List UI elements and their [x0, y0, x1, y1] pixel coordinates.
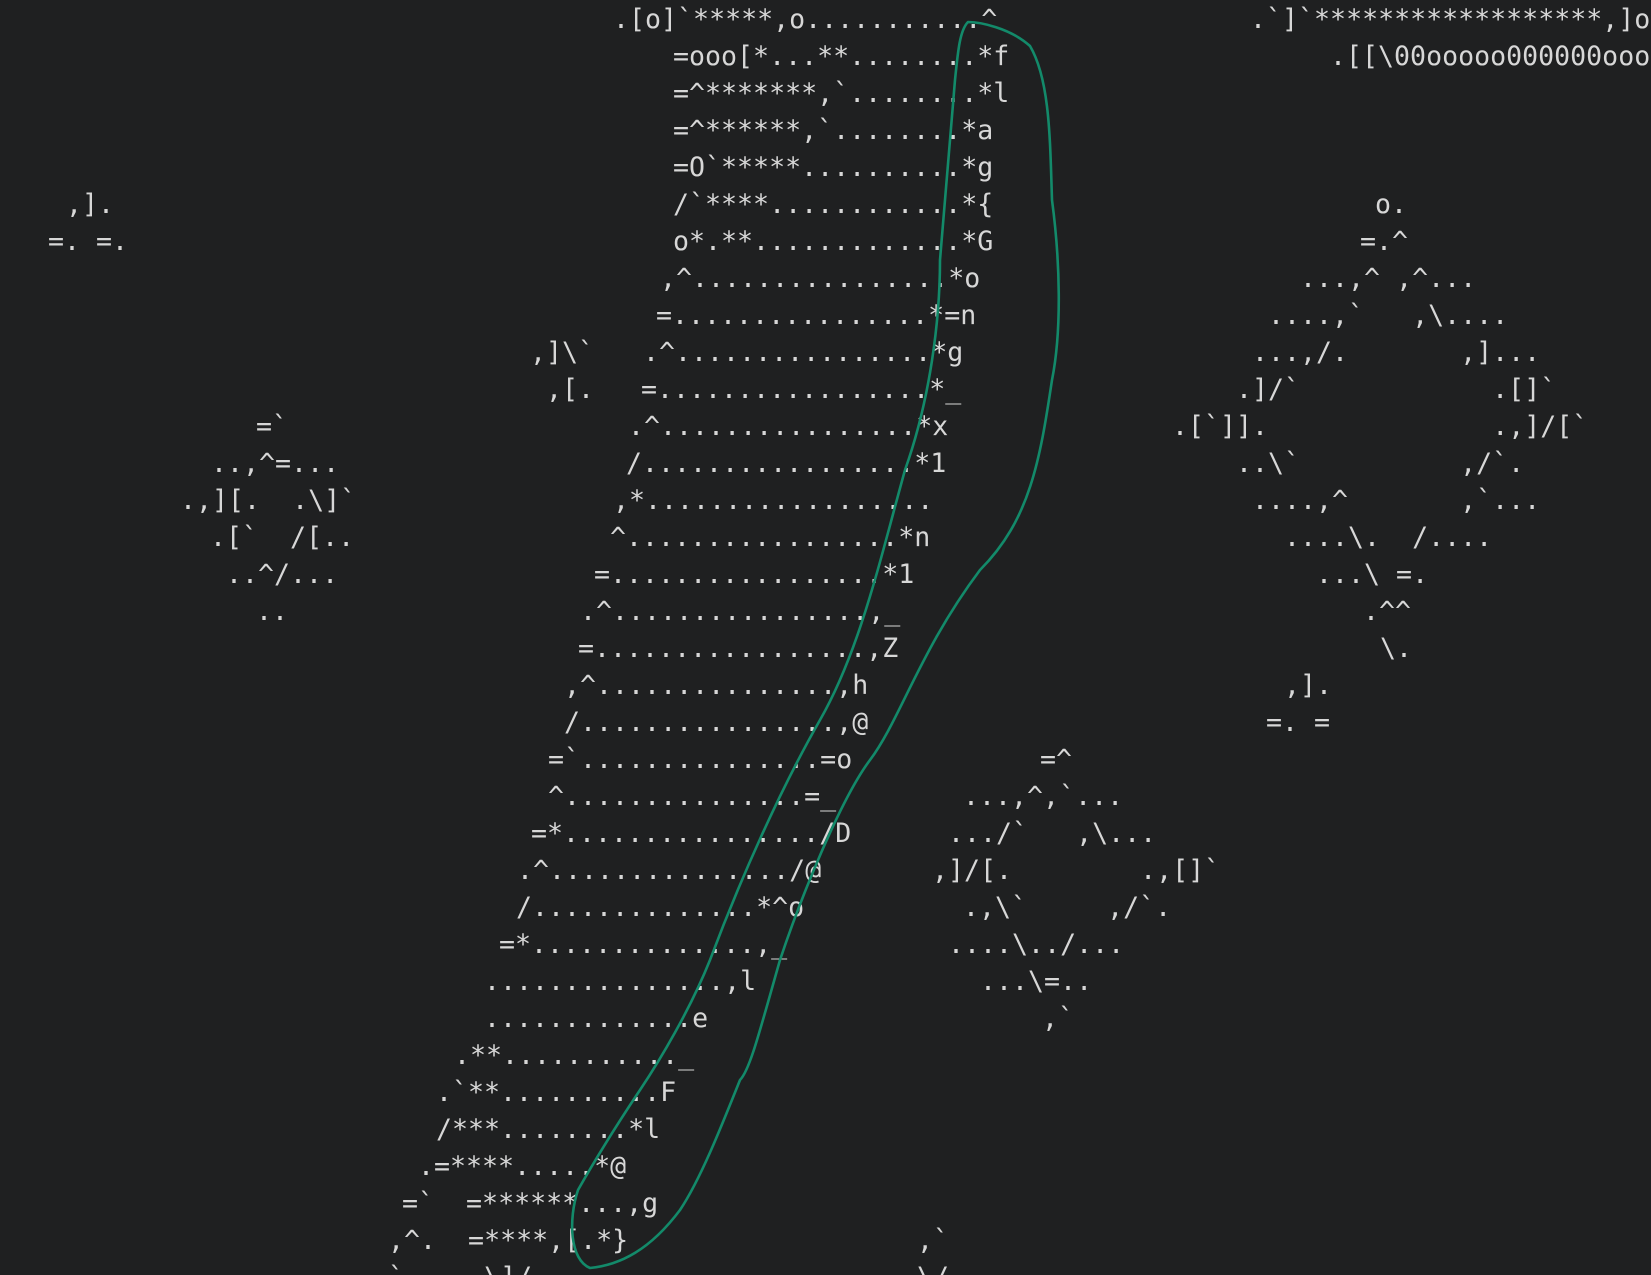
- ascii-line: .`**..........F: [436, 1077, 677, 1108]
- ascii-line: .**..........._: [454, 1040, 695, 1071]
- ascii-line: =. =.: [48, 226, 129, 257]
- ascii-line: =.................*1: [594, 559, 915, 590]
- ascii-line: .../` ,\...: [948, 818, 1157, 849]
- ascii-line: =. =: [1266, 707, 1331, 738]
- ascii-line: =O`*****..........*g: [673, 152, 994, 183]
- ascii-line: .]/` .[]`: [1236, 374, 1557, 405]
- ascii-line: .,][. .\]`: [180, 485, 357, 516]
- ascii-line: \.: [1380, 633, 1413, 664]
- ascii-line: ,^. =****,[.*}: [388, 1225, 629, 1256]
- ascii-line: o*.**.............*G: [673, 226, 994, 257]
- ascii-line: =^*******,`........*l: [673, 78, 1010, 109]
- ascii-line: ...,/. ,]...: [1252, 337, 1541, 368]
- ascii-line: ....\. /....: [1284, 522, 1493, 553]
- ascii-line: ,`: [917, 1225, 950, 1256]
- ascii-line: \/: [917, 1259, 949, 1275]
- ascii-line: .[[\00ooooo000000ooo: [1330, 41, 1651, 72]
- ascii-line: .[`]]. .,]/[`: [1172, 411, 1589, 442]
- ascii-line: ,`: [1042, 1003, 1075, 1034]
- ascii-line: /`****............*{: [673, 189, 994, 220]
- ascii-line: .^................,_: [580, 596, 901, 627]
- ascii-line: ....\../...: [948, 929, 1125, 960]
- ascii-line: /.................*1: [626, 448, 947, 479]
- ascii-line: =ooo[*...**........*f: [673, 41, 1010, 72]
- ascii-line: ...,^,`...: [963, 781, 1124, 812]
- ascii-line: =`: [256, 411, 289, 442]
- ascii-line: ,^...............,h: [564, 670, 869, 701]
- ascii-line: .[` /[..: [210, 522, 355, 553]
- ascii-line: =*..............,_: [499, 929, 788, 960]
- ascii-line: ,]/[. .,[]`: [932, 855, 1221, 886]
- ascii-line: .[o]`*****,o...........^: [613, 4, 998, 35]
- ascii-line: =^: [1040, 744, 1073, 775]
- ascii-line: ...\ =.: [1316, 559, 1429, 590]
- ascii-line: ,]\`: [530, 337, 595, 368]
- ascii-line: =.^: [1360, 226, 1409, 257]
- ascii-line: =*................/D: [531, 818, 852, 849]
- ascii-line: .,\` ,/`.: [963, 892, 1172, 923]
- ascii-line: .=****.....*@: [418, 1151, 627, 1182]
- ascii-line: ..: [256, 596, 289, 627]
- ascii-line: ..\` ,/`.: [1236, 448, 1525, 479]
- ascii-line: .............e: [484, 1003, 709, 1034]
- ascii-line: =.................,Z: [578, 633, 899, 664]
- ascii-line: .^................*g: [643, 337, 964, 368]
- ascii-line: .`]`******************,]o: [1250, 4, 1651, 35]
- ascii-line: /***........*l: [436, 1114, 661, 1145]
- ascii-line: =................*=n: [656, 300, 977, 331]
- ascii-line: ,].: [66, 189, 115, 220]
- ascii-line: ....,` ,\....: [1268, 300, 1509, 331]
- ascii-line: ...,^ ,^...: [1300, 263, 1477, 294]
- ascii-line: .^.............../@: [517, 855, 822, 886]
- ascii-line: ..^/...: [226, 559, 339, 590]
- ascii-line: ..,^=...: [211, 448, 340, 479]
- ascii-line: /..............*^o: [516, 892, 805, 923]
- ascii-line: .^^: [1363, 596, 1412, 627]
- ascii-line: ,[.: [546, 374, 595, 405]
- ascii-line: =` =******...,g: [402, 1188, 659, 1219]
- ascii-line: =^******,`........*a: [673, 115, 994, 146]
- ascii-line: ...\=..: [980, 966, 1093, 997]
- ascii-line: ....,^ ,`...: [1252, 485, 1541, 516]
- ascii-line: ^.................*n: [610, 522, 931, 553]
- ascii-line: =`...............=o: [548, 744, 853, 775]
- ascii-line: ,*..................: [613, 485, 934, 516]
- ascii-line: /................,@: [564, 707, 869, 738]
- ascii-line: =.................*_: [641, 374, 962, 405]
- ascii-line: ,].: [1284, 670, 1333, 701]
- ascii-line: ` .\]/: [388, 1259, 532, 1275]
- ascii-line: .^................*x: [628, 411, 949, 442]
- terminal-screen: .[o]`*****,o...........^ =ooo[*...**....…: [0, 0, 1651, 1275]
- ascii-line: ...............,l: [484, 966, 757, 997]
- ascii-line: ,^................*o: [660, 263, 981, 294]
- ascii-line: ^...............=_: [548, 781, 837, 812]
- ascii-line: o.: [1375, 189, 1408, 220]
